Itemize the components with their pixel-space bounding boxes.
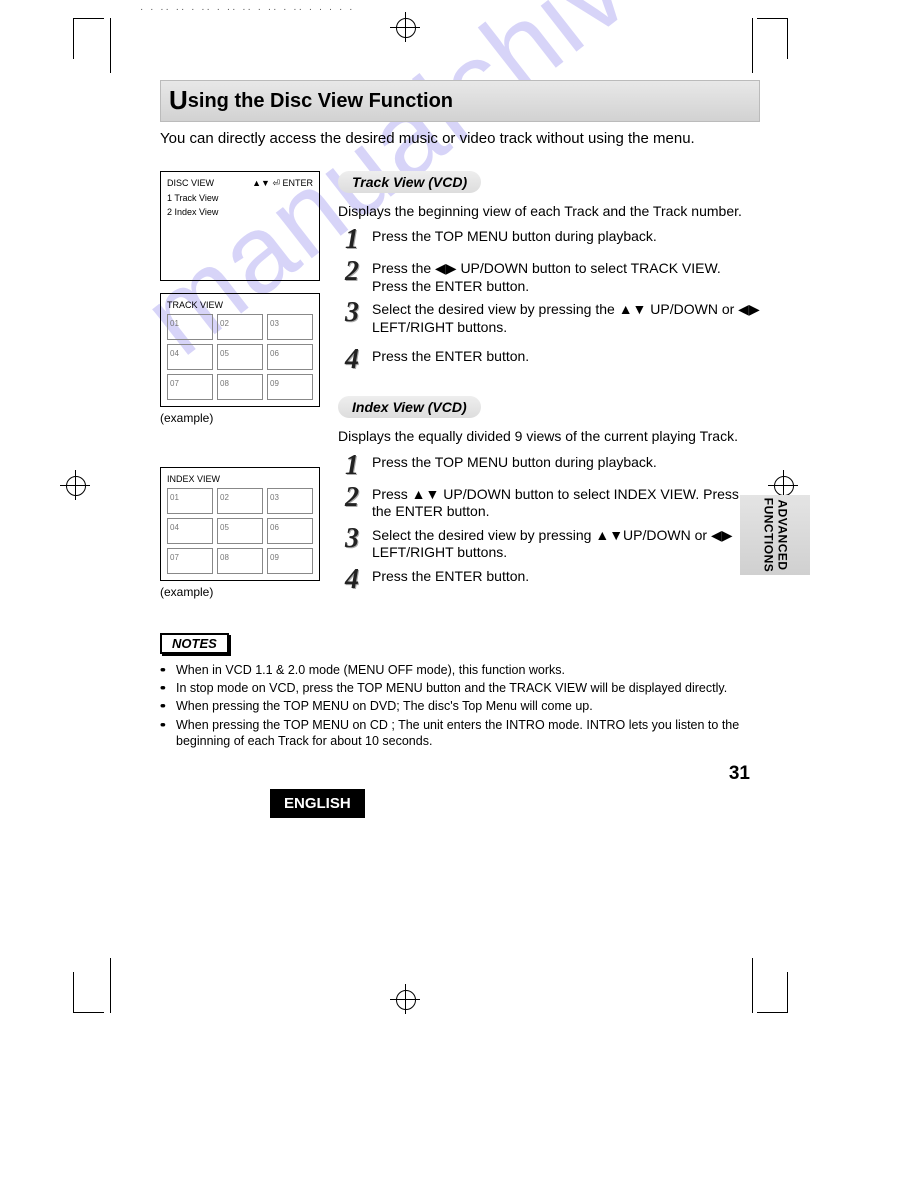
page-content: Using the Disc View Function You can dir… <box>160 80 760 818</box>
thumb-cell: 06 <box>267 344 313 370</box>
section-intro: Displays the equally divided 9 views of … <box>338 428 760 446</box>
thumb-cell: 03 <box>267 488 313 514</box>
note-text: When in VCD 1.1 & 2.0 mode (MENU OFF mod… <box>176 662 565 678</box>
screen-line: 1 Track View <box>167 193 313 203</box>
crop-mark <box>751 958 753 1013</box>
thumb-cell: 02 <box>217 488 263 514</box>
note-text: In stop mode on VCD, press the TOP MENU … <box>176 680 727 696</box>
thumb-cell: 03 <box>267 314 313 340</box>
bullet-icon: •• <box>160 680 176 696</box>
crop-mark <box>110 18 112 73</box>
step-number: 4 <box>338 566 366 594</box>
step-text: Press the TOP MENU button during playbac… <box>372 226 657 246</box>
registration-mark <box>390 984 420 1014</box>
screen-title: TRACK VIEW <box>167 300 313 310</box>
page-title: Using the Disc View Function <box>160 80 760 122</box>
crop-mark <box>73 18 104 59</box>
step-number: 2 <box>338 484 366 512</box>
screen-title: INDEX VIEW <box>167 474 313 484</box>
step-number: 3 <box>338 299 366 327</box>
notes-heading: NOTES <box>160 633 229 654</box>
track-view-screen: TRACK VIEW 01 02 03 04 05 06 07 08 09 <box>160 293 320 407</box>
bullet-icon: •• <box>160 698 176 714</box>
step: 2Press the ◀▶ UP/DOWN button to select T… <box>338 258 760 295</box>
registration-mark <box>60 470 90 500</box>
language-badge: ENGLISH <box>270 789 365 818</box>
thumb-cell: 01 <box>167 488 213 514</box>
step-number: 1 <box>338 226 366 254</box>
step-number: 3 <box>338 525 366 553</box>
crop-mark <box>757 18 788 59</box>
step: 1 Press the TOP MENU button during playba… <box>338 452 760 480</box>
thumb-cell: 09 <box>267 374 313 400</box>
step-text: Press ▲▼ UP/DOWN button to select INDEX … <box>372 484 760 521</box>
crop-mark <box>73 972 104 1013</box>
screen-title: DISC VIEW <box>167 178 214 189</box>
section-heading: Track View (VCD) <box>338 171 481 193</box>
step-text: Select the desired view by pressing the … <box>372 299 760 336</box>
step-text: Press the ENTER button. <box>372 566 529 586</box>
crop-mark <box>751 18 753 73</box>
left-column: DISC VIEW ▲▼ ⏎ ENTER 1 Track View 2 Inde… <box>160 171 320 613</box>
step: 4 Press the ENTER button. <box>338 346 760 374</box>
note-text: When pressing the TOP MENU on CD ; The u… <box>176 717 760 750</box>
step-text: Press the ◀▶ UP/DOWN button to select TR… <box>372 258 760 295</box>
disc-view-screen: DISC VIEW ▲▼ ⏎ ENTER 1 Track View 2 Inde… <box>160 171 320 281</box>
thumb-cell: 08 <box>217 548 263 574</box>
right-column: Track View (VCD) Displays the beginning … <box>338 171 760 613</box>
step: 2Press ▲▼ UP/DOWN button to select INDEX… <box>338 484 760 521</box>
step-text: Press the TOP MENU button during playbac… <box>372 452 657 472</box>
screen-line: 2 Index View <box>167 207 313 217</box>
step: 3Select the desired view by pressing the… <box>338 299 760 336</box>
thumb-cell: 04 <box>167 344 213 370</box>
step-text: Select the desired view by pressing ▲▼UP… <box>372 525 760 562</box>
step: 4 Press the ENTER button. <box>338 566 760 594</box>
thumb-cell: 04 <box>167 518 213 544</box>
step-number: 1 <box>338 452 366 480</box>
title-rest: sing the Disc View Function <box>188 90 453 112</box>
intro-text: You can directly access the desired musi… <box>160 130 760 149</box>
page-number: 31 <box>160 763 760 785</box>
thumb-cell: 07 <box>167 374 213 400</box>
thumb-cell: 05 <box>217 344 263 370</box>
screen-controls: ▲▼ ⏎ ENTER <box>252 178 313 189</box>
thumb-cell: 07 <box>167 548 213 574</box>
crop-mark <box>110 958 112 1013</box>
example-label: (example) <box>160 585 320 599</box>
example-label: (example) <box>160 411 320 425</box>
thumb-cell: 08 <box>217 374 263 400</box>
section-tab-label: ADVANCED FUNCTIONS <box>761 498 789 573</box>
step: 1 Press the TOP MENU button during playba… <box>338 226 760 254</box>
step-text: Press the ENTER button. <box>372 346 529 366</box>
step-number: 4 <box>338 346 366 374</box>
bullet-icon: •• <box>160 662 176 678</box>
index-view-screen: INDEX VIEW 01 02 03 04 05 06 07 08 09 <box>160 467 320 581</box>
thumb-cell: 02 <box>217 314 263 340</box>
step: 3Select the desired view by pressing ▲▼U… <box>338 525 760 562</box>
crop-mark <box>757 972 788 1013</box>
thumb-cell: 09 <box>267 548 313 574</box>
section-tab: ADVANCED FUNCTIONS <box>740 495 810 575</box>
note-text: When pressing the TOP MENU on DVD; The d… <box>176 698 593 714</box>
step-number: 2 <box>338 258 366 286</box>
title-dropcap: U <box>169 85 188 115</box>
registration-mark <box>390 12 420 42</box>
thumb-cell: 06 <box>267 518 313 544</box>
perforation-dots: · · ·· ·· · ·· · ·· ·· · ·· · ·· · · · ·… <box>140 4 354 15</box>
thumb-cell: 01 <box>167 314 213 340</box>
bullet-icon: •• <box>160 717 176 750</box>
thumb-cell: 05 <box>217 518 263 544</box>
notes-list: ••When in VCD 1.1 & 2.0 mode (MENU OFF m… <box>160 662 760 749</box>
section-intro: Displays the beginning view of each Trac… <box>338 203 760 221</box>
section-heading: Index View (VCD) <box>338 396 481 418</box>
